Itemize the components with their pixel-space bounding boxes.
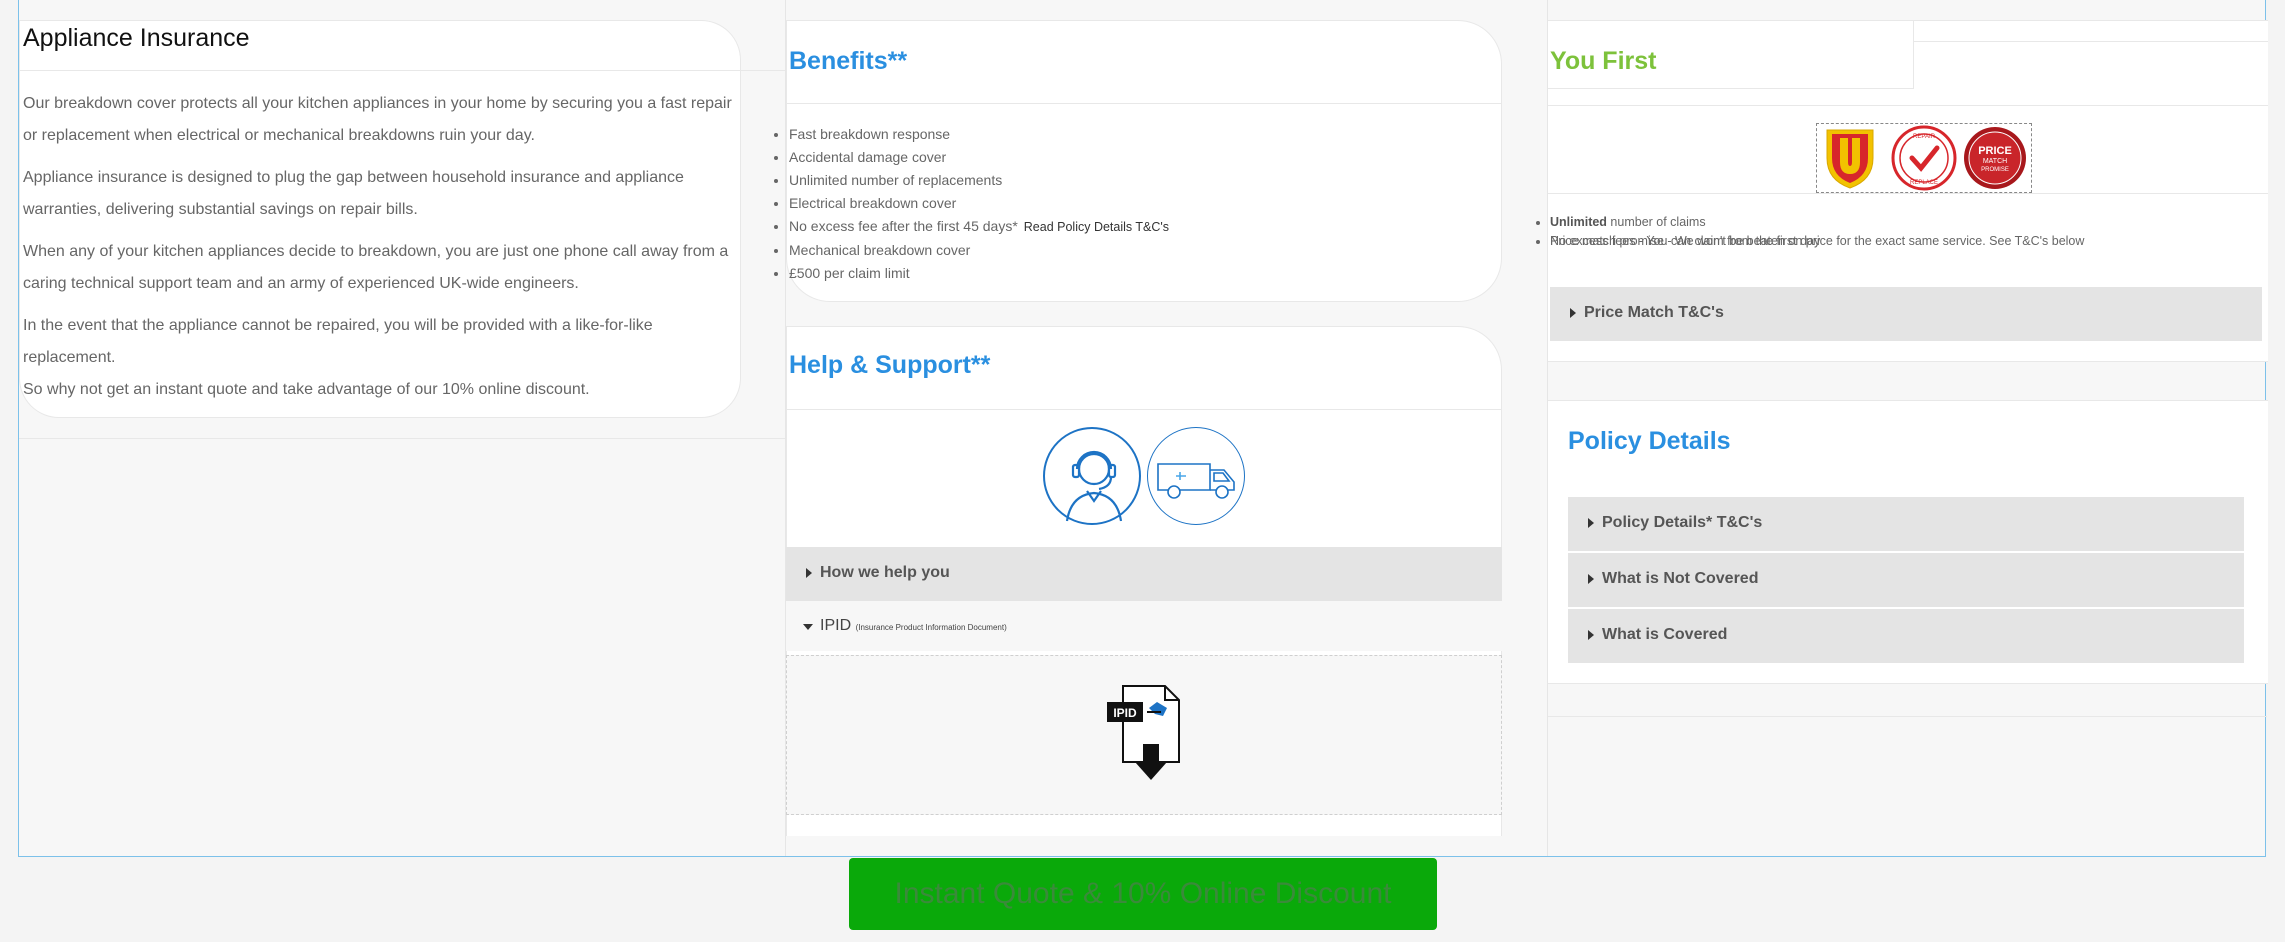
- price-match-seal-icon: PRICE MATCH PROMISE: [1964, 127, 2026, 189]
- benefit-text: No excess fee after the first 45 days*: [789, 218, 1018, 234]
- ipid-sublabel: (Insurance Product Information Document): [855, 623, 1007, 632]
- list-item: Unlimited number of replacements: [789, 169, 1169, 192]
- policy-details-card: Policy Details Policy Details* T&C's Wha…: [1548, 400, 2268, 684]
- list-item: Mechanical breakdown cover: [789, 239, 1169, 262]
- u-shield-icon: [1826, 129, 1874, 189]
- benefit-text: Electrical breakdown cover: [789, 195, 957, 211]
- benefits-column: Benefits** Fast breakdown response Accid…: [785, 0, 1547, 856]
- claims-bold: Unlimited: [1550, 215, 1607, 229]
- svg-text:REPLACE: REPLACE: [1910, 180, 1938, 186]
- list-item: No excess fee after the first 45 days* Re…: [789, 215, 1169, 239]
- how-we-help-accordion[interactable]: How we help you: [786, 547, 1502, 601]
- covered-accordion[interactable]: What is Covered: [1568, 609, 2244, 663]
- support-agent-icon: [1043, 427, 1141, 525]
- not-covered-accordion[interactable]: What is Not Covered: [1568, 553, 2244, 607]
- divider: [787, 103, 1501, 104]
- policy-details-title: Policy Details: [1568, 427, 1731, 455]
- accordion-label: What is Not Covered: [1602, 570, 1759, 587]
- list-item: Accidental damage cover: [789, 146, 1169, 169]
- divider: [19, 438, 785, 439]
- caret-right-icon: [1570, 308, 1576, 318]
- divider: [1548, 716, 2267, 717]
- caret-right-icon: [1588, 630, 1594, 640]
- divider: [19, 70, 785, 71]
- list-item: Fast breakdown response: [789, 123, 1169, 146]
- benefit-text: Unlimited number of replacements: [789, 172, 1003, 188]
- svg-text:PROMISE: PROMISE: [1981, 167, 2009, 173]
- you-first-card: You First REPAIR REPLACE PRICE MATCH PRO…: [1548, 20, 2268, 362]
- intro-paragraph: So why not get an instant quote and take…: [23, 381, 590, 398]
- badges-image: REPAIR REPLACE PRICE MATCH PROMISE: [1816, 123, 2032, 193]
- intro-text: Our breakdown cover protects all your ki…: [23, 88, 743, 416]
- caret-right-icon: [806, 568, 812, 578]
- accordion-label: How we help you: [820, 564, 950, 581]
- overlapping-text: No excess fees - You can claim from the …: [1550, 232, 2084, 251]
- page-title: Appliance Insurance: [23, 24, 250, 52]
- list-item: Unlimited number of claims: [1550, 213, 1706, 232]
- accordion-label: Policy Details* T&C's: [1602, 514, 1763, 531]
- divider: [1548, 193, 2268, 194]
- van-icon: [1147, 427, 1245, 525]
- svg-text:MATCH: MATCH: [1983, 158, 2007, 165]
- content-frame: Appliance Insurance Our breakdown cover …: [18, 0, 2268, 857]
- list-item: Electrical breakdown cover: [789, 192, 1169, 215]
- ipid-icon-label: IPID: [1113, 706, 1137, 720]
- accordion-label: IPID (Insurance Product Information Docu…: [820, 617, 1007, 635]
- intro-paragraph: When any of your kitchen appliances deci…: [23, 243, 729, 292]
- price-match-text: Price match promise - We won't be beaten…: [1550, 234, 2085, 248]
- benefit-text: £500 per claim limit: [789, 265, 910, 281]
- caret-down-icon: [803, 624, 813, 630]
- repair-replace-seal-icon: REPAIR REPLACE: [1891, 125, 1957, 191]
- policy-tc-link[interactable]: Read Policy Details T&C's: [1024, 220, 1169, 234]
- benefits-list: Fast breakdown response Accidental damag…: [789, 123, 1169, 285]
- caret-right-icon: [1588, 574, 1594, 584]
- accordion-label: Price Match T&C's: [1584, 304, 1724, 321]
- intro-column: Appliance Insurance Our breakdown cover …: [19, 0, 785, 856]
- you-first-column: You First REPAIR REPLACE PRICE MATCH PRO…: [1547, 0, 2268, 856]
- divider: [1548, 105, 2268, 106]
- benefits-title: Benefits**: [789, 47, 908, 75]
- price-match-accordion[interactable]: Price Match T&C's: [1550, 287, 2262, 341]
- caret-right-icon: [1588, 518, 1594, 528]
- benefit-text: Accidental damage cover: [789, 149, 947, 165]
- help-support-title: Help & Support**: [789, 351, 991, 379]
- svg-text:PRICE: PRICE: [1978, 145, 2012, 157]
- divider: [1914, 41, 2268, 42]
- intro-paragraph: Our breakdown cover protects all your ki…: [23, 95, 732, 144]
- benefit-text: Mechanical breakdown cover: [789, 242, 971, 258]
- policy-tc-accordion[interactable]: Policy Details* T&C's: [1568, 497, 2244, 551]
- instant-quote-button[interactable]: Instant Quote & 10% Online Discount: [849, 858, 1437, 930]
- claims-text: number of claims: [1606, 215, 1706, 229]
- list-item: £500 per claim limit: [789, 262, 1169, 285]
- you-first-list: Unlimited number of claims No excess fee…: [1550, 213, 2084, 251]
- svg-text:REPAIR: REPAIR: [1913, 134, 1936, 140]
- list-item: No excess fees - You can claim from the …: [1550, 232, 2084, 251]
- benefit-text: Fast breakdown response: [789, 126, 951, 142]
- help-icons: [1043, 427, 1245, 527]
- divider: [787, 409, 1501, 410]
- ipid-label: IPID: [820, 617, 852, 634]
- ipid-panel: IPID: [786, 655, 1502, 815]
- benefits-card: Benefits** Fast breakdown response Accid…: [786, 20, 1502, 302]
- accordion-label: What is Covered: [1602, 626, 1728, 643]
- ipid-accordion[interactable]: IPID (Insurance Product Information Docu…: [786, 601, 1502, 651]
- intro-paragraph: In the event that the appliance cannot b…: [23, 317, 653, 366]
- intro-paragraph: Appliance insurance is designed to plug …: [23, 169, 684, 218]
- document-download-icon[interactable]: IPID: [1105, 682, 1185, 791]
- you-first-title: You First: [1550, 47, 1657, 75]
